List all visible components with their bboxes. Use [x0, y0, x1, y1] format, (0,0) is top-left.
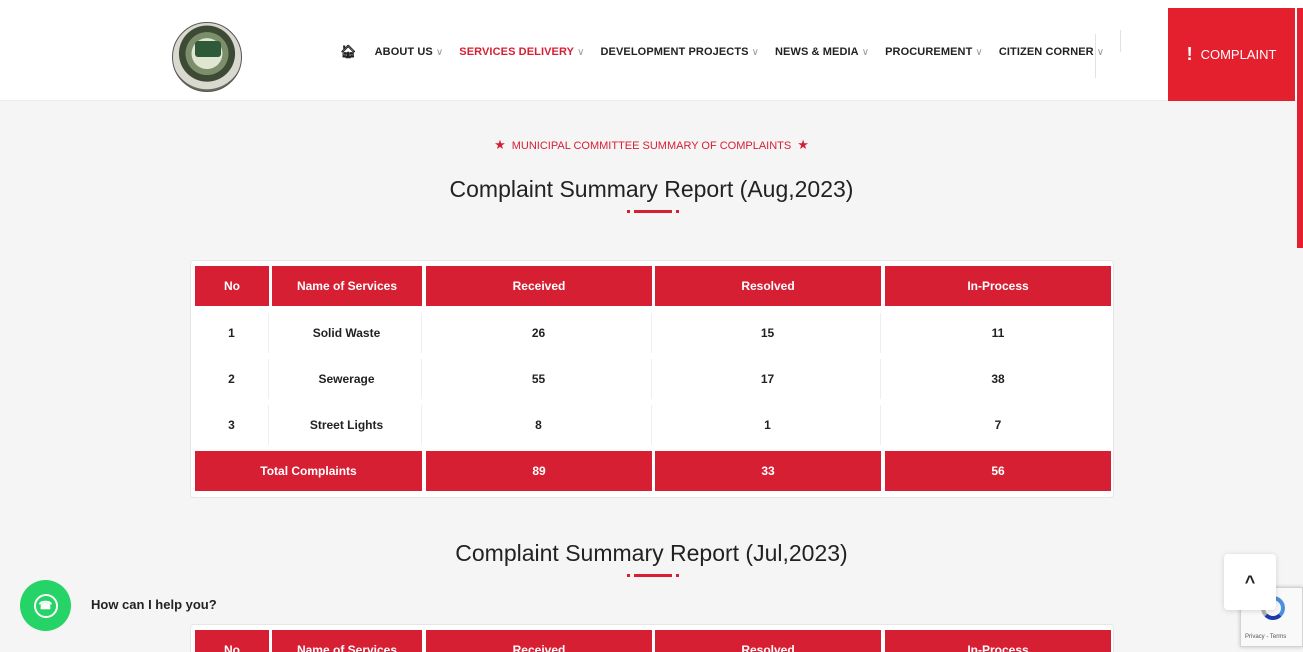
table-cell: 8	[426, 405, 652, 445]
table-header-row: No Name of Services Received Resolved In…	[195, 266, 1111, 306]
scroll-to-top-button[interactable]: ^	[1224, 554, 1276, 610]
table-cell: 2	[195, 359, 269, 399]
report-title: Complaint Summary Report (Jul,2023)	[455, 540, 848, 566]
table-cell: 17	[655, 359, 881, 399]
total-resolved: 33	[655, 451, 881, 491]
site-header: 🏠︎ ABOUT US ∨ SERVICES DELIVERY ∨ DEVELOPM…	[0, 8, 1303, 101]
nav-item-procurement[interactable]: PROCUREMENT ∨	[885, 46, 983, 58]
column-header: Resolved	[655, 630, 881, 652]
chevron-down-icon: ∨	[975, 47, 983, 58]
star-icon: ★	[494, 137, 506, 152]
column-header: In-Process	[885, 630, 1111, 652]
table-cell: Solid Waste	[272, 313, 422, 353]
nav-item-citizen-corner[interactable]: CITIZEN CORNER ∨	[999, 46, 1104, 58]
table-total-row: Total Complaints 89 33 56	[195, 451, 1111, 491]
title-underline	[627, 574, 679, 577]
top-strip	[0, 0, 1303, 8]
column-header: Received	[426, 266, 652, 306]
nav-divider	[1120, 30, 1121, 52]
column-header: No	[195, 266, 269, 306]
help-text: How can I help you?	[91, 597, 217, 612]
table-cell: 3	[195, 405, 269, 445]
chevron-down-icon: ∨	[861, 47, 870, 58]
nav-item-about-us[interactable]: ABOUT US ∨	[375, 46, 444, 58]
column-header: Name of Services	[272, 630, 422, 652]
nav-item-news-media[interactable]: NEWS & MEDIA ∨	[775, 46, 869, 58]
complaint-label: COMPLAINT	[1200, 47, 1277, 62]
nav-divider	[1095, 34, 1096, 78]
table-row: 3 Street Lights 8 1 7	[195, 405, 1111, 445]
table-cell: 38	[885, 359, 1111, 399]
chevron-down-icon: ∨	[577, 47, 585, 58]
table-row: 1 Solid Waste 26 15 11	[195, 313, 1111, 353]
column-header: No	[195, 630, 269, 652]
whatsapp-icon: ☎︎	[33, 593, 58, 618]
column-header: Name of Services	[272, 266, 422, 306]
column-header: Received	[426, 630, 652, 652]
table-cell: 26	[426, 313, 652, 353]
table-cell: 7	[885, 405, 1111, 445]
table-cell: 11	[885, 313, 1111, 353]
table-cell: 1	[195, 313, 269, 353]
nav-item-development-projects[interactable]: DEVELOPMENT PROJECTS ∨	[601, 46, 760, 58]
recaptcha-text[interactable]: Privacy - Terms	[1245, 634, 1286, 640]
total-label: Total Complaints	[195, 451, 422, 491]
table-cell: 55	[426, 359, 652, 399]
complaint-table: No Name of Services Received Resolved In…	[190, 260, 1114, 498]
chevron-up-icon: ^	[1244, 571, 1256, 592]
table-row: 2 Sewerage 55 17 38	[195, 359, 1111, 399]
total-in-process: 56	[885, 451, 1111, 491]
report-title: Complaint Summary Report (Aug,2023)	[449, 176, 854, 202]
scroll-indicator	[1297, 8, 1303, 248]
chevron-down-icon: ∨	[751, 47, 759, 58]
table-cell: Sewerage	[272, 359, 422, 399]
star-icon: ★	[797, 137, 809, 152]
total-received: 89	[426, 451, 652, 491]
main-nav: 🏠︎ ABOUT US ∨ SERVICES DELIVERY ∨ DEVELOPM…	[340, 44, 1104, 60]
exclamation-icon: !	[1186, 44, 1193, 64]
nav-item-services-delivery[interactable]: SERVICES DELIVERY ∨	[459, 46, 584, 58]
title-underline	[627, 210, 679, 213]
chevron-down-icon: ∨	[1096, 47, 1105, 58]
municipal-logo[interactable]	[172, 22, 242, 92]
complaint-button[interactable]: ! COMPLAINT	[1168, 8, 1295, 101]
column-header: In-Process	[885, 266, 1111, 306]
table-cell: 1	[655, 405, 881, 445]
home-icon[interactable]: 🏠︎	[340, 44, 357, 60]
whatsapp-button[interactable]: ☎︎	[20, 580, 71, 631]
table-cell: 15	[655, 313, 881, 353]
chevron-down-icon: ∨	[435, 47, 444, 58]
section-subtitle: ★ MUNICIPAL COMMITTEE SUMMARY OF COMPLAIN…	[494, 137, 809, 152]
column-header: Resolved	[655, 266, 881, 306]
table-header-row: No Name of Services Received Resolved In…	[195, 630, 1111, 652]
table-cell: Street Lights	[272, 405, 422, 445]
complaint-table: No Name of Services Received Resolved In…	[190, 624, 1114, 652]
